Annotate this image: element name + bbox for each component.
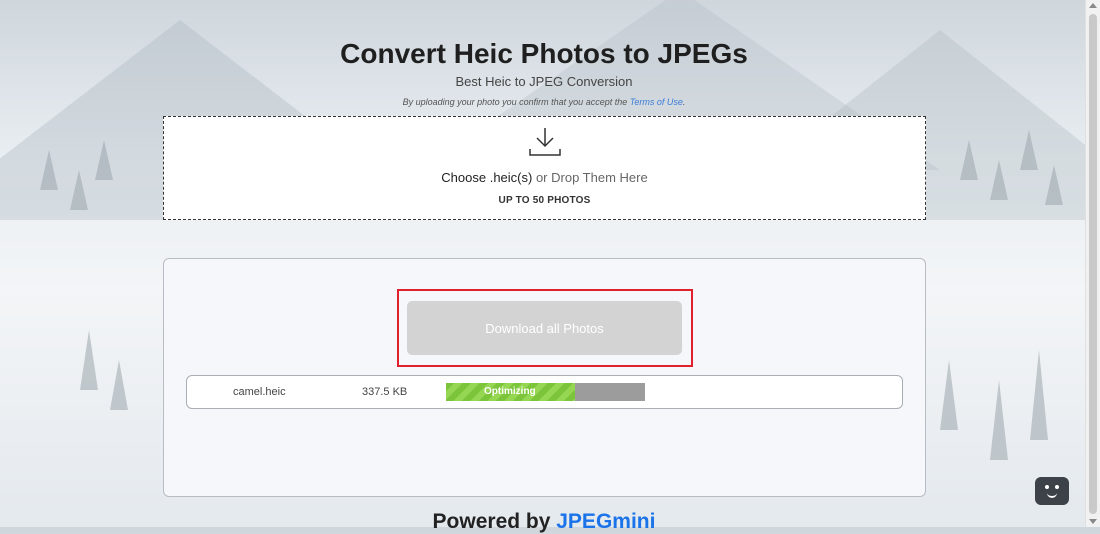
upload-dropzone[interactable]: Choose .heic(s) or Drop Them Here UP TO … bbox=[163, 116, 926, 220]
chat-widget-button[interactable] bbox=[1035, 477, 1069, 505]
download-all-button[interactable]: Download all Photos bbox=[407, 301, 682, 355]
scroll-down-arrow-icon[interactable] bbox=[1089, 519, 1097, 524]
powered-prefix: Powered by bbox=[432, 510, 557, 533]
powered-by: Powered by JPEGmini bbox=[0, 510, 1088, 534]
terms-of-use-link[interactable]: Terms of Use bbox=[630, 97, 683, 107]
jpegmini-brand-link[interactable]: JPEGmini bbox=[556, 510, 655, 533]
page-title: Convert Heic Photos to JPEGs bbox=[340, 38, 748, 69]
choose-heic-label[interactable]: Choose .heic(s) bbox=[441, 170, 532, 185]
page-subtitle: Best Heic to JPEG Conversion bbox=[455, 74, 633, 89]
file-row: camel.heic 337.5 KB Optimizing bbox=[186, 375, 903, 409]
terms-notice: By uploading your photo you confirm that… bbox=[0, 97, 1088, 107]
file-name: camel.heic bbox=[233, 386, 286, 398]
drop-label: or Drop Them Here bbox=[532, 170, 648, 185]
upload-limit-label: UP TO 50 PHOTOS bbox=[498, 195, 591, 206]
terms-suffix: . bbox=[682, 97, 686, 107]
progress-status: Optimizing bbox=[484, 386, 536, 397]
download-icon bbox=[529, 128, 561, 156]
terms-prefix: By uploading your photo you confirm that… bbox=[402, 97, 630, 107]
choose-files-text: Choose .heic(s) or Drop Them Here bbox=[164, 170, 925, 185]
scrollbar-thumb[interactable] bbox=[1089, 14, 1097, 514]
progress-bar: Optimizing bbox=[446, 383, 645, 401]
scroll-up-arrow-icon[interactable] bbox=[1089, 3, 1097, 8]
file-size: 337.5 KB bbox=[362, 386, 408, 398]
